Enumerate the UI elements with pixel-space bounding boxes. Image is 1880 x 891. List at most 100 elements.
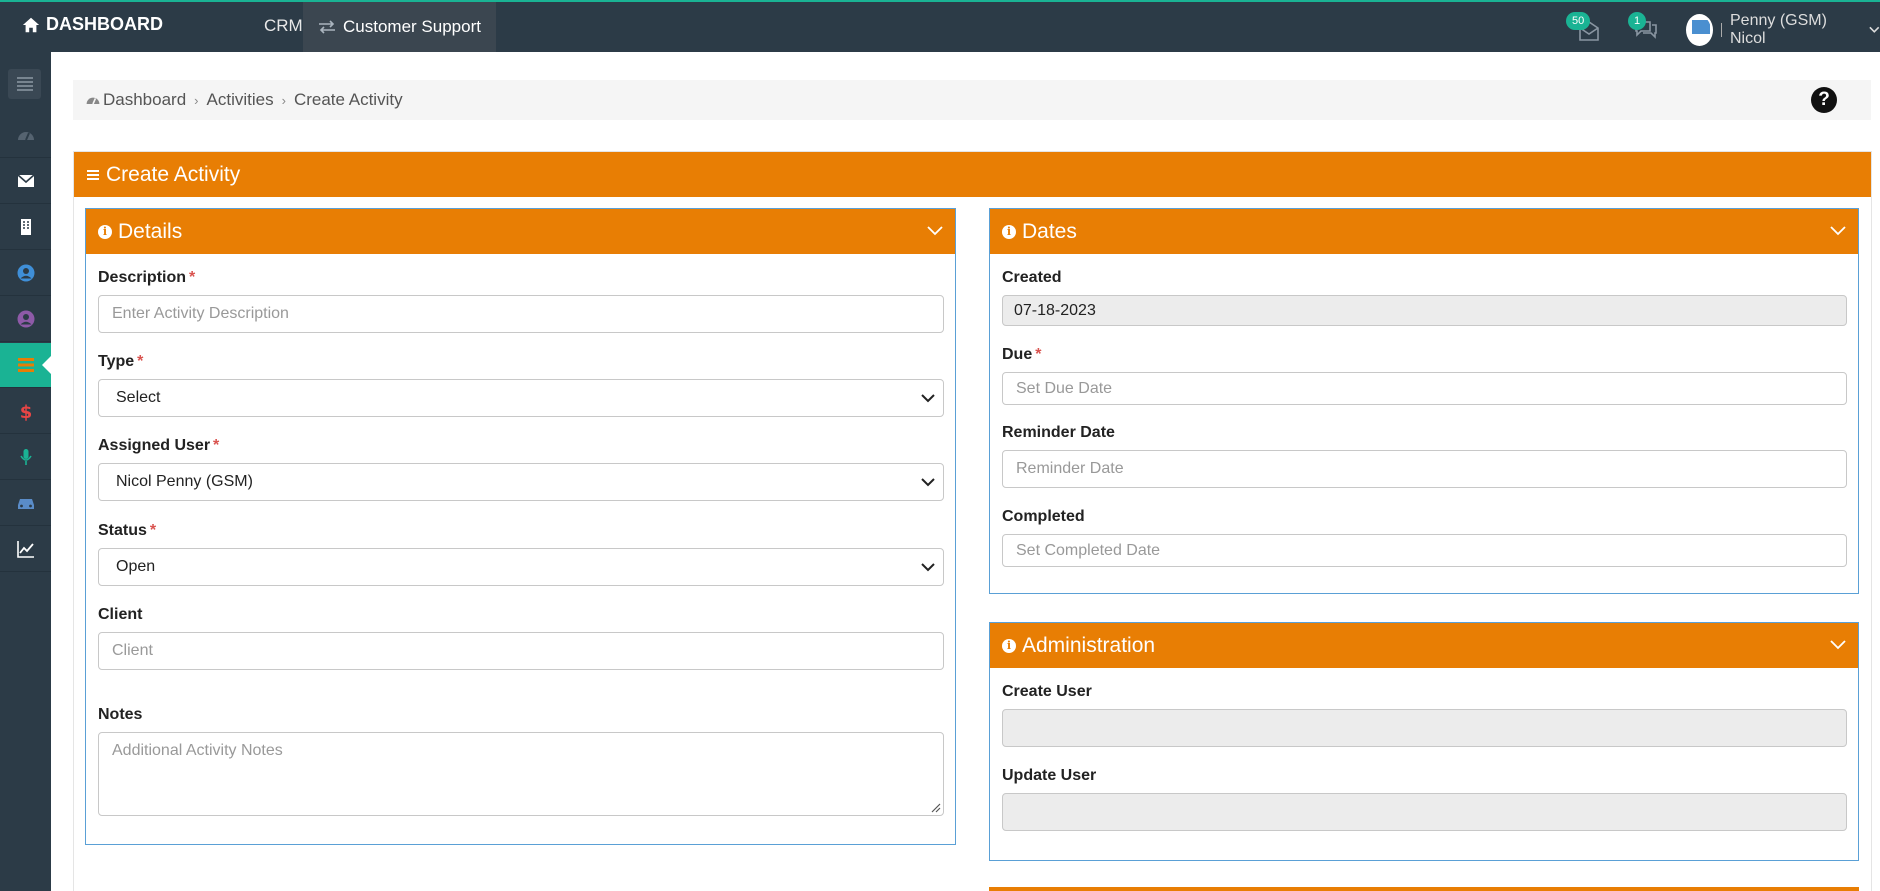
menu-toggle-icon <box>16 77 33 91</box>
top-navbar: DASHBOARD CRM Customer Support 50 1 Penn… <box>0 0 1880 52</box>
chevron-down-icon[interactable] <box>927 224 943 236</box>
chevron-down-icon[interactable] <box>1830 638 1846 650</box>
client-input[interactable]: Client <box>98 632 944 670</box>
reminder-date-input[interactable]: Reminder Date <box>1002 450 1847 488</box>
sidebar-item-activities[interactable] <box>0 343 51 388</box>
info-icon: i <box>1002 224 1016 239</box>
sidebar-item-dashboard[interactable] <box>0 113 51 158</box>
sidebar-item-vehicles[interactable] <box>0 481 51 526</box>
sidebar-item-mail[interactable] <box>0 159 51 204</box>
assigned-user-label: Assigned User * <box>98 437 220 454</box>
breadcrumb-separator: › <box>194 92 199 108</box>
svg-text:$: $ <box>19 402 32 421</box>
notes-placeholder: Additional Activity Notes <box>112 742 283 759</box>
completed-date-input[interactable]: Set Completed Date <box>1002 534 1847 567</box>
brand-label: DASHBOARD <box>46 14 163 34</box>
details-header[interactable]: i Details <box>86 209 955 254</box>
dates-panel: i Dates Created 07-18-2023 Due * Set Due … <box>989 208 1859 594</box>
created-field: 07-18-2023 <box>1002 295 1847 326</box>
description-placeholder: Enter Activity Description <box>112 305 289 322</box>
update-user-field <box>1002 793 1847 831</box>
resize-handle-icon[interactable] <box>931 803 941 813</box>
avatar <box>1686 14 1714 46</box>
panel-header: Create Activity <box>74 152 1871 197</box>
dates-header[interactable]: i Dates <box>990 209 1858 254</box>
user-circle-purple-icon <box>17 310 34 328</box>
nav-customer-support[interactable]: Customer Support <box>303 2 496 52</box>
sidebar-item-companies[interactable] <box>0 205 51 250</box>
chevron-down-icon <box>921 478 935 487</box>
chat-badge: 1 <box>1628 12 1647 30</box>
chevron-down-icon <box>921 563 935 572</box>
status-value: Open <box>116 558 156 575</box>
assigned-user-value: Nicol Penny (GSM) <box>116 473 253 490</box>
breadcrumb: Dashboard › Activities › Create Activity… <box>73 80 1871 120</box>
exchange-icon <box>319 20 335 34</box>
chevron-down-icon <box>1869 26 1880 33</box>
chevron-down-icon[interactable] <box>1830 224 1846 236</box>
created-label: Created <box>1002 269 1062 286</box>
sidebar-item-sales[interactable]: $ <box>0 389 51 434</box>
created-value: 07-18-2023 <box>1014 301 1096 319</box>
envelope-icon <box>16 174 35 187</box>
description-label: Description * <box>98 269 196 286</box>
client-label: Client <box>98 606 143 623</box>
dashboard-link[interactable]: DASHBOARD <box>22 14 163 35</box>
list-icon <box>17 358 34 372</box>
help-icon[interactable]: ? <box>1811 87 1837 113</box>
breadcrumb-activities[interactable]: Activities <box>207 90 274 110</box>
user-circle-icon <box>17 264 34 282</box>
home-icon <box>22 17 40 32</box>
status-select[interactable]: Open <box>98 548 944 586</box>
mail-notifications-button[interactable]: 50 <box>1566 12 1602 42</box>
sidebar: $ <box>0 52 51 891</box>
details-title: Details <box>118 219 183 243</box>
breadcrumb-dashboard[interactable]: Dashboard <box>103 90 186 110</box>
dashboard-icon <box>17 132 34 141</box>
breadcrumb-current: Create Activity <box>293 90 403 109</box>
user-divider <box>1721 23 1722 37</box>
assigned-user-select[interactable]: Nicol Penny (GSM) <box>98 463 944 501</box>
notes-label: Notes <box>98 706 143 723</box>
building-icon <box>20 219 31 235</box>
type-value: Select <box>116 389 161 406</box>
create-user-label: Create User <box>1002 683 1092 700</box>
user-name: Penny (GSM) Nicol <box>1730 12 1827 47</box>
bars-icon <box>87 169 99 180</box>
chevron-down-icon <box>921 394 935 403</box>
breadcrumb-separator: › <box>281 92 286 108</box>
next-panel-edge <box>989 887 1859 891</box>
sidebar-item-contacts[interactable] <box>0 251 51 296</box>
type-select[interactable]: Select <box>98 379 944 417</box>
administration-panel: i Administration Create User Update User <box>989 622 1859 861</box>
details-panel: i Details Description * Enter Activity De… <box>85 208 956 845</box>
create-user-field <box>1002 709 1847 747</box>
sidebar-toggle-button[interactable] <box>8 69 41 99</box>
dashboard-icon <box>86 97 100 105</box>
sidebar-item-calls[interactable] <box>0 435 51 480</box>
microphone-icon <box>19 449 32 465</box>
page-title: Create Activity <box>106 162 241 186</box>
info-icon: i <box>1002 638 1016 653</box>
reminder-date-label: Reminder Date <box>1002 424 1115 441</box>
user-menu[interactable]: Penny (GSM) Nicol <box>1686 12 1880 48</box>
completed-placeholder: Set Completed Date <box>1016 541 1161 559</box>
due-placeholder: Set Due Date <box>1016 379 1113 397</box>
description-input[interactable]: Enter Activity Description <box>98 295 944 333</box>
nav-customer-support-label: Customer Support <box>343 17 481 36</box>
info-icon: i <box>98 224 112 239</box>
client-placeholder: Client <box>112 642 153 659</box>
due-date-input[interactable]: Set Due Date <box>1002 372 1847 405</box>
notes-textarea[interactable]: Additional Activity Notes <box>98 732 944 816</box>
administration-header[interactable]: i Administration <box>990 623 1858 668</box>
chat-notifications-button[interactable]: 1 <box>1628 12 1660 42</box>
administration-title: Administration <box>1022 633 1156 657</box>
sidebar-item-reports[interactable] <box>0 527 51 572</box>
dollar-icon: $ <box>19 402 32 421</box>
mail-badge: 50 <box>1566 12 1591 30</box>
sidebar-item-users[interactable] <box>0 297 51 342</box>
car-icon <box>17 499 34 509</box>
nav-crm[interactable]: CRM <box>264 16 303 36</box>
line-chart-icon <box>16 541 34 558</box>
due-label: Due * <box>1002 346 1042 363</box>
